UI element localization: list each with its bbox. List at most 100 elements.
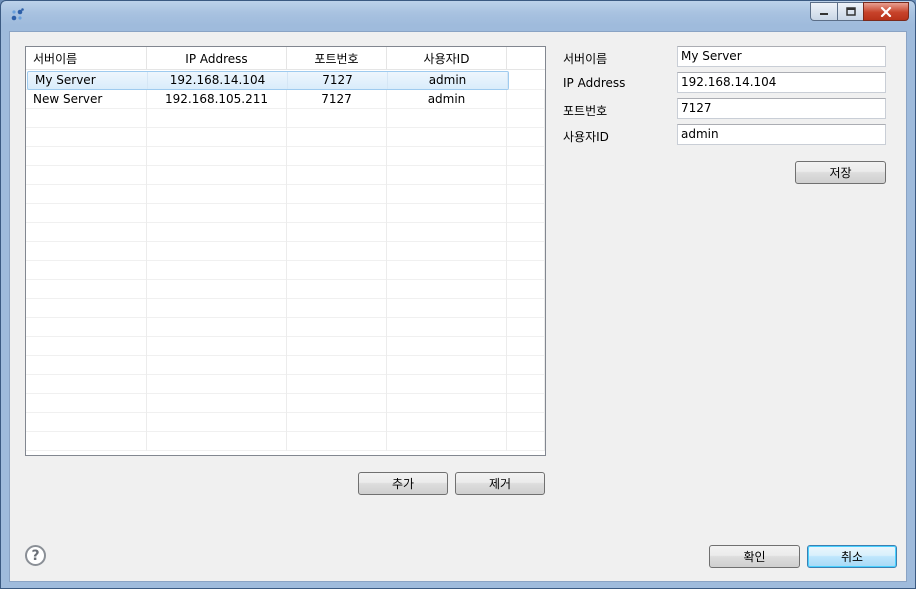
- empty-cell: [147, 432, 287, 451]
- empty-cell: [26, 147, 147, 166]
- empty-cell: [26, 337, 147, 356]
- empty-cell: [387, 413, 507, 432]
- empty-cell: [387, 261, 507, 280]
- save-button[interactable]: 저장: [795, 161, 886, 184]
- table-row[interactable]: New Server 192.168.105.211 7127 admin: [26, 90, 545, 109]
- empty-cell: [507, 204, 545, 223]
- server-table[interactable]: 서버이름 IP Address 포트번호 사용자ID My Server 192…: [25, 46, 546, 456]
- server-name-label: 서버이름: [563, 52, 608, 66]
- empty-cell: [147, 261, 287, 280]
- empty-row: [26, 375, 545, 394]
- cell-user-id: admin: [387, 90, 507, 109]
- minimize-button[interactable]: [810, 2, 837, 21]
- dialog-window: 서버이름 IP Address 포트번호 사용자ID My Server 192…: [0, 0, 916, 589]
- empty-cell: [147, 204, 287, 223]
- empty-cell: [26, 432, 147, 451]
- empty-cell: [26, 223, 147, 242]
- empty-cell: [287, 356, 387, 375]
- ip-address-field[interactable]: 192.168.14.104: [677, 72, 886, 93]
- empty-row: [26, 109, 545, 128]
- empty-cell: [147, 242, 287, 261]
- port-label: 포트번호: [563, 104, 608, 118]
- empty-row: [26, 432, 545, 451]
- empty-row: [26, 337, 545, 356]
- empty-cell: [147, 185, 287, 204]
- user-id-label: 사용자ID: [563, 130, 609, 144]
- table-row[interactable]: My Server 192.168.14.104 7127 admin: [26, 71, 545, 90]
- empty-cell: [287, 337, 387, 356]
- empty-cell: [387, 223, 507, 242]
- empty-cell: [287, 147, 387, 166]
- empty-cell: [507, 185, 545, 204]
- empty-cell: [507, 413, 545, 432]
- empty-cell: [26, 318, 147, 337]
- empty-cell: [147, 128, 287, 147]
- server-name-field[interactable]: My Server: [677, 46, 886, 67]
- column-header-port[interactable]: 포트번호: [287, 47, 387, 70]
- table-body: My Server 192.168.14.104 7127 admin New …: [26, 71, 545, 455]
- empty-cell: [287, 413, 387, 432]
- empty-cell: [387, 394, 507, 413]
- empty-row: [26, 166, 545, 185]
- empty-cell: [387, 109, 507, 128]
- empty-cell: [507, 280, 545, 299]
- empty-rows: [26, 109, 545, 451]
- empty-cell: [387, 128, 507, 147]
- empty-cell: [287, 375, 387, 394]
- empty-cell: [26, 299, 147, 318]
- empty-cell: [387, 204, 507, 223]
- help-icon[interactable]: ?: [25, 545, 46, 566]
- column-header-filler: [507, 47, 545, 70]
- dialog-body: 서버이름 IP Address 포트번호 사용자ID My Server 192…: [9, 31, 907, 582]
- empty-row: [26, 413, 545, 432]
- empty-cell: [507, 432, 545, 451]
- close-button[interactable]: [863, 2, 909, 21]
- empty-cell: [287, 261, 387, 280]
- maximize-button[interactable]: [837, 2, 863, 21]
- empty-cell: [507, 128, 545, 147]
- maximize-icon: [845, 7, 856, 16]
- empty-cell: [387, 375, 507, 394]
- empty-cell: [147, 280, 287, 299]
- ok-button[interactable]: 확인: [709, 545, 800, 568]
- empty-cell: [26, 166, 147, 185]
- remove-button[interactable]: 제거: [455, 472, 545, 495]
- empty-cell: [147, 299, 287, 318]
- app-icon: [11, 8, 24, 21]
- column-header-ip[interactable]: IP Address: [147, 47, 287, 70]
- empty-cell: [147, 375, 287, 394]
- cell-ip-address: 192.168.105.211: [147, 90, 287, 109]
- empty-cell: [387, 318, 507, 337]
- empty-cell: [507, 337, 545, 356]
- column-header-name[interactable]: 서버이름: [26, 47, 147, 70]
- empty-row: [26, 318, 545, 337]
- empty-cell: [147, 109, 287, 128]
- empty-cell: [26, 280, 147, 299]
- port-field[interactable]: 7127: [677, 98, 886, 119]
- close-icon: [880, 6, 892, 17]
- empty-row: [26, 394, 545, 413]
- empty-row: [26, 261, 545, 280]
- empty-cell: [26, 394, 147, 413]
- empty-cell: [507, 242, 545, 261]
- empty-cell: [507, 375, 545, 394]
- empty-row: [26, 242, 545, 261]
- empty-cell: [387, 147, 507, 166]
- empty-cell: [287, 242, 387, 261]
- empty-cell: [26, 413, 147, 432]
- empty-cell: [287, 109, 387, 128]
- ip-address-label: IP Address: [563, 76, 626, 90]
- empty-cell: [507, 223, 545, 242]
- empty-row: [26, 147, 545, 166]
- title-bar[interactable]: [1, 1, 915, 27]
- column-header-user[interactable]: 사용자ID: [387, 47, 507, 70]
- cell-port: 7127: [287, 90, 387, 109]
- empty-row: [26, 356, 545, 375]
- empty-cell: [147, 318, 287, 337]
- add-button[interactable]: 추가: [358, 472, 448, 495]
- user-id-field[interactable]: admin: [677, 124, 886, 145]
- empty-cell: [26, 109, 147, 128]
- empty-cell: [387, 337, 507, 356]
- empty-cell: [26, 204, 147, 223]
- cancel-button[interactable]: 취소: [807, 545, 897, 568]
